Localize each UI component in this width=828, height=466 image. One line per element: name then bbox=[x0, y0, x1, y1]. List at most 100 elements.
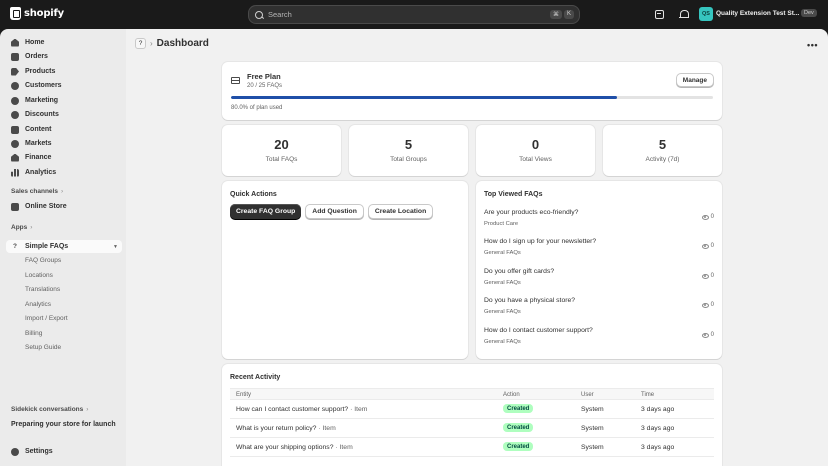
sidebar-item-customers[interactable]: Customers bbox=[6, 79, 122, 92]
views-count: 0 bbox=[710, 214, 714, 220]
entity-type: · Item bbox=[318, 425, 336, 432]
sidebar-item-label: Discounts bbox=[25, 111, 59, 118]
plan-progress-bar bbox=[231, 96, 713, 99]
page-title: Dashboard bbox=[156, 38, 209, 49]
sidebar-item-simple-faqs[interactable]: ? Simple FAQs ▼ bbox=[6, 240, 122, 253]
breadcrumb: ? › Dashboard bbox=[135, 38, 209, 49]
list-item[interactable]: How do I sign up for your newsletter? Ge… bbox=[484, 238, 714, 264]
status-badge: Created bbox=[503, 442, 534, 451]
help-button[interactable]: ? bbox=[135, 38, 146, 49]
apps-heading[interactable]: Apps › bbox=[11, 224, 32, 231]
sidebar-item-label: Orders bbox=[25, 53, 48, 60]
chevron-right-icon: › bbox=[86, 406, 89, 413]
table-row[interactable]: What is your return policy? · Item Creat… bbox=[230, 419, 714, 438]
create-faq-group-button[interactable]: Create FAQ Group bbox=[230, 204, 302, 219]
sidekick-label: Sidekick conversations bbox=[11, 406, 84, 413]
shortcut-key: ⌘ bbox=[549, 10, 562, 19]
sidekick-heading[interactable]: Sidekick conversations › bbox=[11, 406, 88, 413]
sidebar-item-label: Content bbox=[25, 126, 52, 133]
sidebar-item-label: Online Store bbox=[25, 203, 67, 210]
create-location-button[interactable]: Create Location bbox=[367, 204, 434, 219]
user-cell: System bbox=[581, 425, 604, 432]
sidebar-item-markets[interactable]: Markets bbox=[6, 137, 122, 150]
orders-icon bbox=[11, 52, 19, 61]
eye-icon bbox=[701, 214, 709, 220]
sidebar-subitem-import-export[interactable]: Import / Export bbox=[25, 315, 68, 322]
sidebar-item-online-store[interactable]: Online Store bbox=[6, 200, 122, 213]
column-header: Action bbox=[503, 392, 520, 398]
entity-type: · Item bbox=[335, 444, 353, 451]
sidebar-subitem-setup-guide[interactable]: Setup Guide bbox=[25, 344, 61, 351]
faq-group: General FAQs bbox=[484, 250, 521, 256]
products-icon bbox=[11, 67, 19, 76]
apps-label: Apps bbox=[11, 224, 28, 231]
sidebar-subitem-locations[interactable]: Locations bbox=[25, 272, 53, 279]
list-item[interactable]: How do I contact customer support? Gener… bbox=[484, 327, 714, 353]
sidebar-subitem-analytics[interactable]: Analytics bbox=[25, 301, 51, 308]
user-cell: System bbox=[581, 444, 604, 451]
time-cell: 3 days ago bbox=[641, 425, 675, 432]
sidekick-conversation-item[interactable]: Preparing your store for launch bbox=[11, 421, 116, 428]
faq-group: General FAQs bbox=[484, 280, 521, 286]
discounts-icon bbox=[11, 110, 19, 119]
sales-channels-label: Sales channels bbox=[11, 188, 58, 195]
sidebar-item-analytics[interactable]: Analytics bbox=[6, 166, 122, 179]
stat-value: 20 bbox=[274, 137, 289, 152]
shopify-logo[interactable]: shopify bbox=[10, 7, 64, 20]
sales-channels-heading[interactable]: Sales channels › bbox=[11, 188, 63, 195]
top-viewed-title: Top Viewed FAQs bbox=[484, 191, 543, 198]
more-actions-icon[interactable]: ••• bbox=[807, 40, 818, 50]
sidebar-item-settings[interactable]: Settings bbox=[6, 445, 122, 458]
faq-group: Product Care bbox=[484, 221, 519, 227]
entity-name: What is your return policy? bbox=[236, 425, 317, 432]
add-question-button[interactable]: Add Question bbox=[305, 204, 364, 219]
sidebar-item-label: Finance bbox=[25, 154, 52, 161]
bell-icon[interactable] bbox=[679, 10, 689, 19]
faq-question: Are your products eco-friendly? bbox=[484, 209, 579, 216]
sidebar-subitem-faq-groups[interactable]: FAQ Groups bbox=[25, 257, 61, 264]
sidebar-subitem-billing[interactable]: Billing bbox=[25, 330, 42, 337]
stat-label: Activity (7d) bbox=[645, 156, 680, 163]
sidebar-item-content[interactable]: Content bbox=[6, 123, 122, 136]
stat-label: Total Groups bbox=[390, 156, 427, 163]
logo-text: shopify bbox=[24, 8, 64, 19]
customers-icon bbox=[11, 81, 19, 90]
analytics-icon bbox=[11, 168, 19, 177]
faq-question: Do you offer gift cards? bbox=[484, 268, 555, 275]
status-badge: Created bbox=[503, 404, 534, 413]
manage-button[interactable]: Manage bbox=[675, 73, 714, 87]
gear-icon bbox=[11, 447, 19, 456]
sidebar-item-finance[interactable]: Finance bbox=[6, 151, 122, 164]
stat-card-activity: 5 Activity (7d) bbox=[603, 125, 722, 176]
entity-name: What are your shipping options? bbox=[236, 444, 334, 451]
sidebar-item-products[interactable]: Products bbox=[6, 65, 122, 78]
time-cell: 3 days ago bbox=[641, 406, 675, 413]
search-input[interactable]: Search ⌘ K bbox=[248, 5, 580, 24]
main-content: ? › Dashboard ••• Free Plan 20 / 25 FAQs… bbox=[126, 29, 828, 466]
sidebar-item-home[interactable]: Home bbox=[6, 36, 122, 49]
sidebar-item-marketing[interactable]: Marketing bbox=[6, 94, 122, 107]
store-avatar[interactable]: QS bbox=[699, 7, 713, 21]
table-row[interactable]: How can I contact customer support? · It… bbox=[230, 400, 714, 419]
sidebar-item-label: Customers bbox=[25, 82, 62, 89]
eye-icon bbox=[701, 302, 709, 308]
list-item[interactable]: Do you have a physical store? General FA… bbox=[484, 297, 714, 323]
table-header: Entity Action User Time bbox=[230, 388, 714, 400]
quick-actions-title: Quick Actions bbox=[230, 191, 277, 198]
table-row[interactable]: What are your shipping options? · Item C… bbox=[230, 438, 714, 457]
content-icon bbox=[11, 125, 19, 134]
store-icon[interactable] bbox=[655, 10, 664, 19]
sidebar-subitem-translations[interactable]: Translations bbox=[25, 286, 60, 293]
sidebar-item-discounts[interactable]: Discounts bbox=[6, 108, 122, 121]
plan-name: Free Plan bbox=[247, 72, 281, 81]
entity-name: How can I contact customer support? bbox=[236, 406, 349, 413]
plan-card: Free Plan 20 / 25 FAQs Manage 80.0% of p… bbox=[222, 62, 722, 120]
shortcut-key: K bbox=[563, 10, 574, 19]
caret-down-icon: ▼ bbox=[113, 243, 118, 250]
store-name[interactable]: Quality Extension Test St... bbox=[716, 10, 799, 17]
list-item[interactable]: Are your products eco-friendly? Product … bbox=[484, 209, 714, 235]
list-item[interactable]: Do you offer gift cards? General FAQs 0 bbox=[484, 268, 714, 294]
home-icon bbox=[11, 38, 19, 47]
sidebar-item-orders[interactable]: Orders bbox=[6, 50, 122, 63]
stat-value: 5 bbox=[404, 137, 413, 152]
